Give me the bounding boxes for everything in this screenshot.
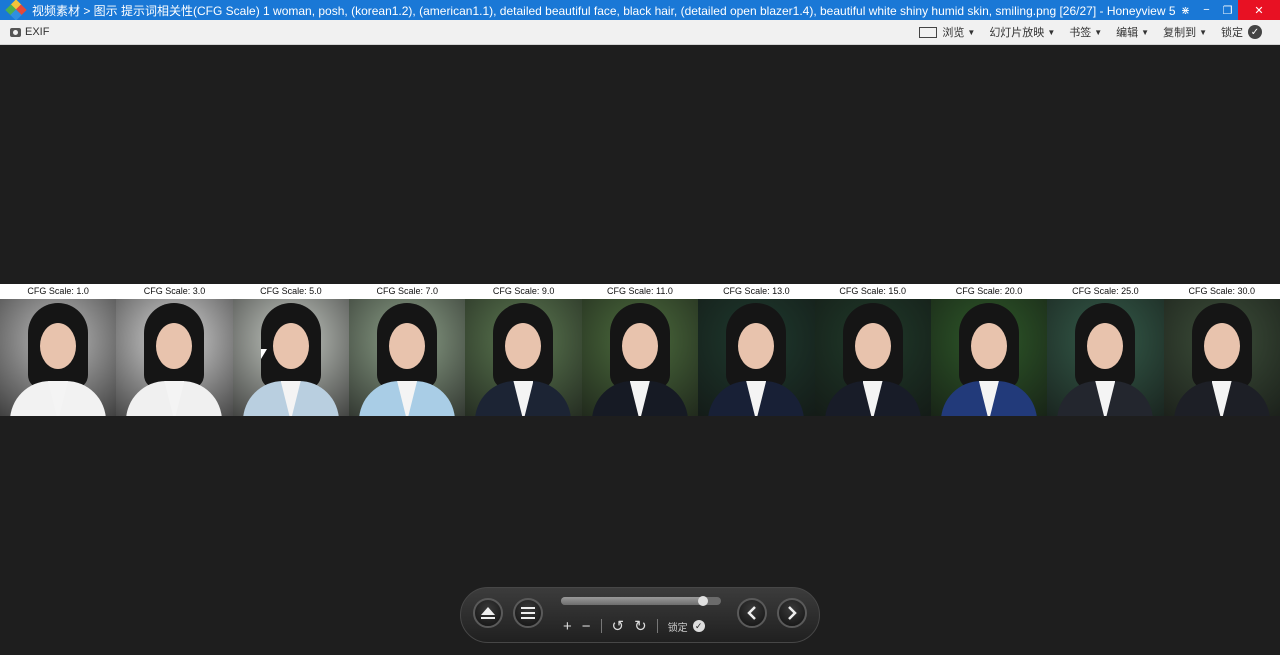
check-icon: ✓ [1248, 25, 1262, 39]
title-bar: 视频素材 > 图示 提示词相关性(CFG Scale) 1 woman, pos… [0, 0, 1280, 21]
cfg-scale-label: CFG Scale: 11.0 [607, 286, 673, 296]
portrait-thumbnail [116, 299, 233, 416]
pin-button[interactable]: ⋇ [1175, 0, 1196, 20]
cfg-scale-label: CFG Scale: 1.0 [27, 286, 89, 296]
chevron-down-icon: ▼ [1094, 27, 1103, 37]
cfg-scale-label: CFG Scale: 7.0 [376, 286, 439, 296]
zoom-out-icon[interactable]: − [582, 618, 591, 635]
frame-icon [919, 26, 938, 38]
navigation-controller: + − ↺ ↻ 锁定 ✓ [460, 587, 820, 643]
slideshow-menu[interactable]: 幻灯片放映 ▼ [989, 24, 1055, 40]
lock-toggle[interactable]: 锁定 ✓ [1221, 24, 1262, 40]
zoom-slider-fill [561, 597, 709, 605]
mouse-cursor-icon [261, 349, 267, 359]
minimize-button[interactable]: − [1196, 0, 1217, 20]
portrait-thumbnail [930, 299, 1048, 416]
face-shape [1203, 323, 1240, 369]
cfg-scale-label: CFG Scale: 9.0 [492, 286, 555, 296]
portrait-thumbnail [581, 299, 699, 416]
edit-label: 编辑 [1116, 27, 1139, 39]
lock-toggle-bottom[interactable]: 锁定 ✓ [668, 619, 705, 634]
window-title: 视频素材 > 图示 提示词相关性(CFG Scale) 1 woman, pos… [32, 3, 1175, 18]
honeyview-logo-icon [5, 0, 27, 21]
face-shape [272, 323, 309, 369]
cfg-scale-label: CFG Scale: 30.0 [1188, 286, 1256, 296]
menu-button[interactable] [513, 598, 543, 628]
cfg-scale-label: CFG Scale: 25.0 [1072, 286, 1139, 296]
previous-button[interactable] [737, 598, 767, 628]
divider [656, 619, 658, 633]
zoom-in-icon[interactable]: + [563, 618, 572, 635]
cfg-scale-label: CFG Scale: 3.0 [143, 286, 206, 296]
browse-menu[interactable]: 浏览 ▼ [919, 24, 975, 40]
exif-label: EXIF [25, 26, 50, 38]
cfg-scale-label: CFG Scale: 15.0 [839, 286, 906, 296]
face-shape [1087, 323, 1124, 369]
face-shape [621, 323, 658, 369]
face-shape [738, 323, 775, 369]
portrait-row [0, 299, 1280, 416]
chevron-down-icon: ▼ [1047, 27, 1056, 37]
eject-icon [481, 607, 495, 619]
cfg-scale-label: CFG Scale: 13.0 [723, 286, 790, 296]
lock-label: 锁定 [1221, 27, 1243, 39]
portrait-thumbnail [1047, 299, 1164, 416]
image-viewer-content: CFG Scale: 1.0 CFG Scale: 3.0 CFG Scale: 5… [0, 284, 1280, 416]
divider [600, 619, 602, 633]
portrait-thumbnail [349, 299, 466, 416]
bookmark-label: 书签 [1069, 27, 1092, 39]
edit-menu[interactable]: 编辑 ▼ [1116, 24, 1149, 40]
rotate-right-icon[interactable]: ↻ [634, 617, 647, 635]
face-shape [40, 323, 76, 369]
lock-label-bottom: 锁定 [667, 622, 688, 634]
slideshow-label: 幻灯片放映 [989, 27, 1045, 39]
portrait-thumbnail [465, 299, 582, 416]
bookmark-menu[interactable]: 书签 ▼ [1069, 24, 1102, 40]
portrait-thumbnail [232, 299, 350, 416]
check-icon: ✓ [692, 620, 705, 632]
chevron-down-icon: ▼ [967, 27, 976, 37]
next-button[interactable] [777, 598, 807, 628]
zoom-slider-knob[interactable] [698, 596, 709, 606]
chevron-left-icon [747, 606, 756, 620]
face-shape [389, 323, 426, 369]
restore-button[interactable]: ❐ [1217, 0, 1238, 20]
rotate-left-icon[interactable]: ↺ [612, 617, 625, 635]
zoom-slider[interactable] [561, 596, 721, 606]
chevron-right-icon [788, 606, 797, 620]
close-button[interactable]: ✕ [1238, 0, 1280, 20]
copyto-label: 复制到 [1163, 27, 1197, 39]
portrait-thumbnail [1163, 299, 1280, 416]
portrait-thumbnail [0, 299, 117, 416]
portrait-thumbnail [814, 299, 931, 416]
menu-icon [521, 607, 535, 619]
cfg-scale-label: CFG Scale: 20.0 [955, 286, 1023, 296]
eject-button[interactable] [473, 598, 503, 628]
cfg-label-row: CFG Scale: 1.0 CFG Scale: 3.0 CFG Scale: 5… [0, 284, 1280, 299]
face-shape [970, 323, 1007, 369]
cfg-scale-label: CFG Scale: 5.0 [260, 286, 322, 296]
exif-button[interactable]: EXIF [10, 26, 49, 38]
camera-icon [10, 27, 21, 37]
copyto-menu[interactable]: 复制到 ▼ [1163, 24, 1207, 40]
chevron-down-icon: ▼ [1199, 27, 1207, 37]
browse-label: 浏览 [942, 27, 965, 39]
chevron-down-icon: ▼ [1141, 27, 1150, 37]
portrait-thumbnail [698, 299, 815, 416]
toolbar: EXIF 浏览 ▼ 幻灯片放映 ▼ 书签 ▼ 编辑 ▼ 复制到 ▼ 锁定 ✓ [0, 20, 1280, 45]
face-shape [854, 323, 891, 369]
